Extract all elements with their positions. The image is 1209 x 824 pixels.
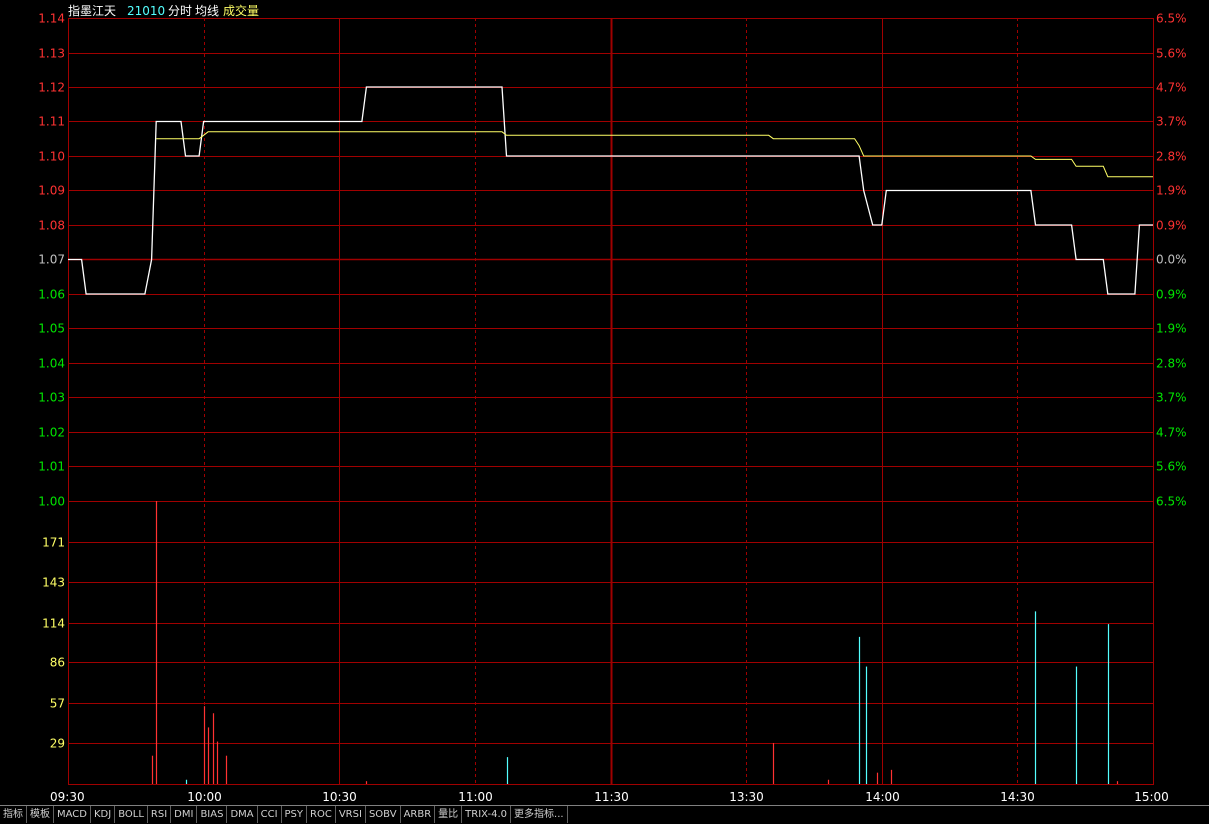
price-tick-label: 1.10 [38,150,65,164]
price-tick-label: 1.04 [38,357,65,371]
time-tick-label: 10:00 [187,790,222,804]
price-tick-label: 1.03 [38,391,65,405]
indicator-tab[interactable]: BIAS [197,806,228,823]
time-tick-label: 09:30 [50,790,85,804]
pct-tick-label: 0.0% [1156,253,1187,267]
pct-tick-label: 1.9% [1156,322,1187,336]
time-tick-label: 13:30 [729,790,764,804]
indicator-tab[interactable]: 更多指标... [511,806,568,823]
price-tick-label: 1.08 [38,219,65,233]
time-tick-label: 10:30 [322,790,357,804]
indicator-tabs: 指标 模板 MACD KDJ BOLL RSI DMI BIAS DMA CCI PSY ROC VRS… [0,805,1209,824]
price-tick-label: 1.02 [38,426,65,440]
volume-tick-label: 143 [42,576,65,590]
pct-tick-label: 5.6% [1156,47,1187,61]
x-axis-labels: 09:30 10:00 10:30 11:00 11:30 13:30 14:00 14:30… [50,790,1169,804]
pct-tick-label: 6.5% [1156,495,1187,509]
indicator-tab[interactable]: TRIX-4.0 [462,806,512,823]
indicator-tab[interactable]: CCI [257,806,282,823]
indicator-tab[interactable]: DMI [171,806,198,823]
indicator-tab[interactable]: VRSI [335,806,366,823]
intraday-chart[interactable]: 1.14 6.5% 1.13 5.6% 1.12 4.7% 1.11 3.7% 1.10 2.8%… [0,0,1209,805]
indicator-tab[interactable]: SOBV [365,806,401,823]
time-tick-label: 14:30 [1000,790,1035,804]
stock-name: 指墨江天 [68,3,116,18]
label-intraday: 分时 [168,4,192,18]
label-volume: 成交量 [223,3,259,18]
price-tick-label: 1.13 [38,47,65,61]
pct-tick-label: 5.6% [1156,460,1187,474]
price-tick-label: 1.06 [38,288,65,302]
indicator-tab[interactable]: 量比 [435,806,463,823]
price-tick-label: 1.05 [38,322,65,336]
indicator-tab[interactable]: RSI [147,806,172,823]
price-tick-label: 1.14 [38,12,65,26]
indicator-tab[interactable]: PSY [281,806,308,823]
volume-tick-label: 29 [50,737,65,751]
volume-tick-label: 86 [50,656,65,670]
indicator-tab[interactable]: MACD [54,806,91,823]
volume-tick-label: 114 [42,617,65,631]
time-tick-label: 14:00 [865,790,900,804]
pct-tick-label: 3.7% [1156,391,1187,405]
pct-tick-label: 4.7% [1156,426,1187,440]
pct-tick-label: 0.9% [1156,219,1187,233]
volume-tick-label: 57 [50,697,65,711]
indicator-tab[interactable]: ARBR [400,806,436,823]
price-tick-label: 1.00 [38,495,65,509]
volume-tick-label: 171 [42,536,65,550]
price-tick-label: 1.07 [38,253,65,267]
price-tick-label: 1.01 [38,460,65,474]
indicator-tab[interactable]: 指标 [0,806,27,823]
indicator-tab[interactable]: DMA [227,806,258,823]
pct-tick-label: 1.9% [1156,184,1187,198]
price-tick-label: 1.09 [38,184,65,198]
time-tick-label: 15:00 [1134,790,1169,804]
time-tick-label: 11:30 [594,790,629,804]
chart-header: 指墨江天 21010 分时 均线 成交量 [68,3,259,18]
pct-tick-label: 2.8% [1156,150,1187,164]
pct-tick-label: 6.5% [1156,12,1187,26]
indicator-tab[interactable]: KDJ [90,806,116,823]
average-line [156,131,1153,178]
label-average: 均线 [195,4,219,18]
pct-tick-label: 4.7% [1156,81,1187,95]
time-tick-label: 11:00 [458,790,493,804]
indicator-tab[interactable]: ROC [307,806,336,823]
grid [68,18,1154,785]
price-tick-label: 1.12 [38,81,65,95]
price-tick-label: 1.11 [38,115,65,129]
indicator-tab[interactable]: BOLL [115,806,148,823]
pct-tick-label: 3.7% [1156,115,1187,129]
indicator-tab[interactable]: 模板 [27,806,54,823]
volume-bars [151,501,1119,784]
stock-code: 21010 [127,4,165,18]
pct-tick-label: 2.8% [1156,357,1187,371]
pct-tick-label: 0.9% [1156,288,1187,302]
